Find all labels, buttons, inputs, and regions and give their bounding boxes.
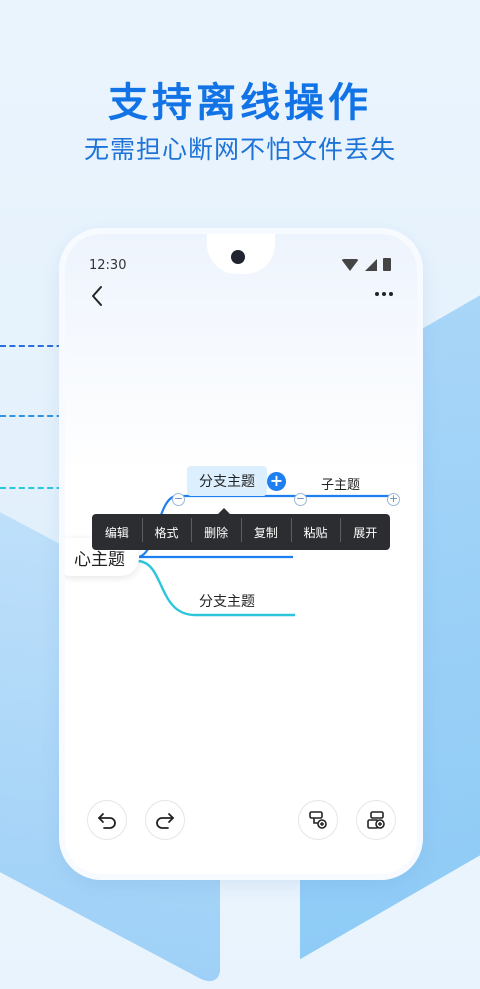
add-subtopic-button[interactable] [298,800,338,840]
menu-item-paste[interactable]: 粘贴 [290,517,341,542]
collapse-toggle-icon[interactable]: − [172,493,185,506]
undo-button[interactable] [87,800,127,840]
add-topic-button[interactable] [356,800,396,840]
collapse-toggle-icon[interactable]: − [294,493,307,506]
branch-topic-node[interactable]: 分支主题 [199,591,255,611]
subtopic-node[interactable]: 子主题 [321,474,360,493]
decorative-dash-line [0,487,72,489]
promo-subline: 无需担心断网不怕文件丢失 [83,135,396,164]
promo-headline: 支持离线操作 [108,80,372,126]
redo-button[interactable] [145,800,185,840]
add-subtopic-icon [309,811,327,829]
menu-item-edit[interactable]: 编辑 [92,524,142,541]
menu-item-copy[interactable]: 复制 [241,517,291,542]
menu-item-format[interactable]: 格式 [141,517,192,542]
menu-item-delete[interactable]: 删除 [191,517,241,542]
menu-item-expand[interactable]: 展开 [340,517,390,542]
mindmap-canvas[interactable]: 心主题 分支主题 + 子主题 分支主题 − − + 编辑 格式 删除 复制 粘贴… [65,234,417,874]
add-node-button[interactable]: + [267,472,286,491]
redo-icon [156,813,174,829]
add-topic-icon [367,811,385,829]
node-context-menu: 编辑 格式 删除 复制 粘贴 展开 [92,514,390,550]
branch-topic-node-selected[interactable]: 分支主题 [187,466,267,496]
phone-frame: 12:30 心主题 分支主题 + 子主题 分支主题 − − + 编辑 格式 删除… [65,234,417,874]
decorative-dash-line [0,345,72,347]
undo-icon [98,813,116,829]
decorative-dash-line [0,415,72,417]
expand-toggle-icon[interactable]: + [387,493,400,506]
